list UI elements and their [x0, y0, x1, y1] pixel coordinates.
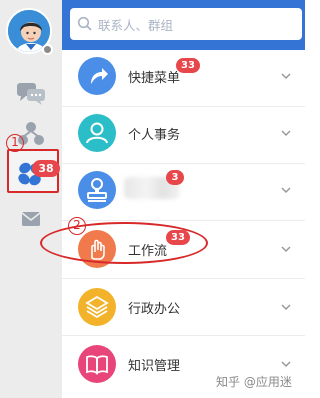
row-badge: 33	[176, 58, 200, 73]
person-icon	[86, 122, 108, 144]
search-placeholder: 联系人、群组	[98, 18, 174, 33]
list-item-personal-affairs[interactable]: 个人事务	[62, 107, 305, 164]
left-nav-rail	[0, 0, 62, 398]
chevron-down-icon	[281, 361, 291, 368]
row-badge: 3	[166, 170, 184, 185]
sidebar-item-mail[interactable]	[15, 206, 47, 234]
search-icon	[77, 16, 92, 31]
annotation-marker-1: 1	[6, 134, 24, 152]
watermark: 知乎 @应用迷	[216, 375, 292, 389]
chat-bubbles-icon	[17, 83, 45, 105]
layers-icon	[85, 295, 109, 319]
stamp-icon	[87, 178, 107, 202]
book-icon	[86, 355, 108, 375]
mail-icon	[21, 212, 41, 226]
row-label: 知识管理	[128, 359, 181, 374]
presence-status-dot	[42, 44, 53, 55]
search-input[interactable]: 联系人、群组	[70, 8, 302, 40]
list-item-admin-office[interactable]: 行政办公	[62, 279, 305, 336]
row-icon-circle	[78, 57, 116, 95]
row-icon-circle	[78, 345, 116, 383]
row-icon-circle	[78, 288, 116, 326]
row-label: 快捷菜单	[128, 71, 181, 86]
row-label: 个人事务	[128, 128, 181, 143]
chevron-down-icon	[281, 246, 291, 253]
apps-badge: 38	[32, 160, 60, 177]
annotation-ellipse	[40, 222, 208, 264]
chevron-down-icon	[281, 73, 291, 80]
row-icon-circle	[78, 114, 116, 152]
sidebar-item-chat[interactable]	[15, 80, 47, 108]
chevron-down-icon	[281, 130, 291, 137]
list-item-shortcut-menu[interactable]: 快捷菜单 33	[62, 50, 305, 107]
row-label: 行政办公	[128, 302, 181, 317]
chevron-down-icon	[281, 187, 291, 194]
list-item-redacted[interactable]: 3	[62, 164, 305, 221]
shortcut-arrow-icon	[91, 68, 108, 84]
chevron-down-icon	[281, 304, 291, 311]
app-window: 38 1 联系人、群组 快捷菜单 33 个人事务 3 工作流 33 行政办公 知…	[0, 0, 305, 398]
row-icon-circle	[78, 171, 116, 209]
